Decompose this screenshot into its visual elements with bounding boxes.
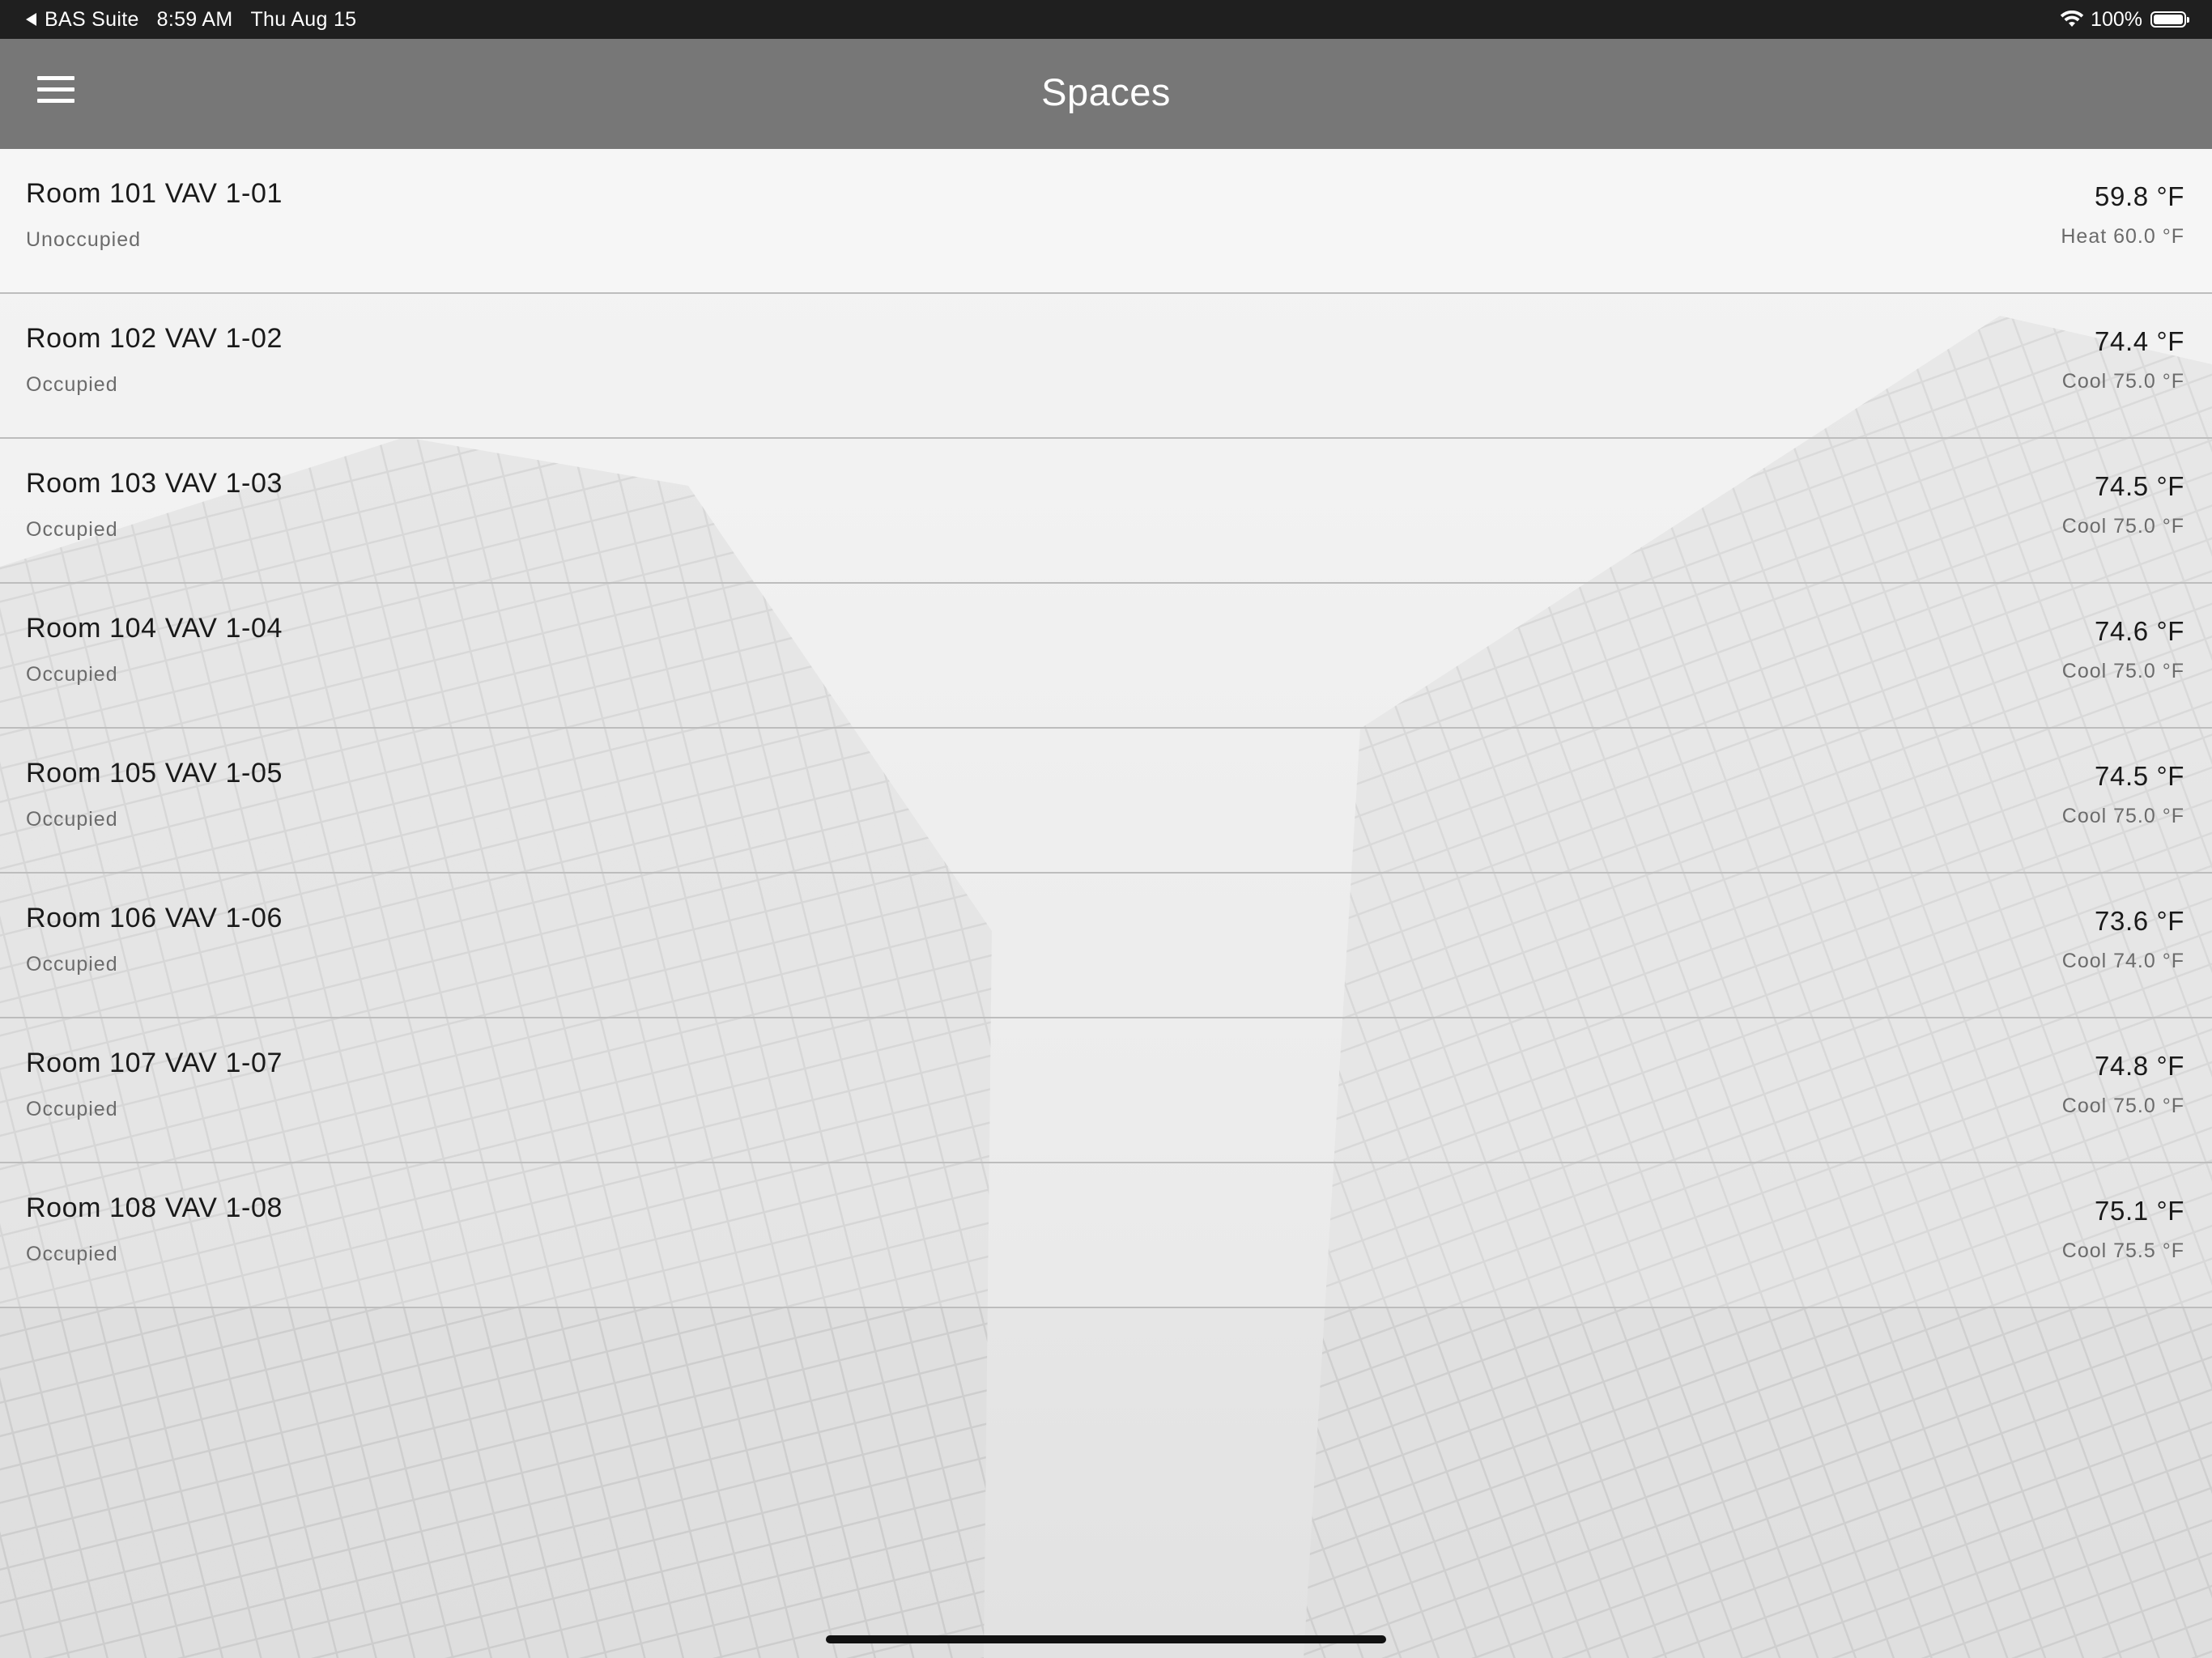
space-name: Room 102 VAV 1-02 (26, 323, 283, 354)
space-row[interactable]: Room 107 VAV 1-07 Occupied 74.8 °F Cool … (0, 1018, 2212, 1163)
space-row[interactable]: Room 103 VAV 1-03 Occupied 74.5 °F Cool … (0, 439, 2212, 584)
back-app-label[interactable]: BAS Suite (45, 8, 139, 32)
battery-fill (2154, 15, 2183, 24)
space-name: Room 104 VAV 1-04 (26, 613, 283, 644)
space-name: Room 107 VAV 1-07 (26, 1048, 283, 1078)
space-setpoint: Cool 75.0 °F (2061, 660, 2184, 682)
occupancy-status: Occupied (26, 808, 118, 831)
space-row[interactable]: Room 106 VAV 1-06 Occupied 73.6 °F Cool … (0, 874, 2212, 1018)
space-temperature: 59.8 °F (2095, 181, 2184, 211)
occupancy-status: Occupied (26, 518, 118, 541)
app-header: Spaces (0, 39, 2212, 149)
occupancy-status: Occupied (26, 663, 118, 686)
space-name: Room 108 VAV 1-08 (26, 1192, 283, 1223)
space-name: Room 106 VAV 1-06 (26, 903, 283, 933)
space-row[interactable]: Room 101 VAV 1-01 Unoccupied 59.8 °F Hea… (0, 149, 2212, 294)
ios-status-bar: BAS Suite 8:59 AM Thu Aug 15 100% (0, 0, 2212, 39)
space-temperature: 74.8 °F (2095, 1051, 2184, 1081)
space-temperature: 75.1 °F (2095, 1196, 2184, 1226)
occupancy-status: Occupied (26, 953, 118, 976)
occupancy-status: Occupied (26, 1098, 118, 1120)
battery-percent: 100% (2091, 7, 2142, 31)
status-right-group: 100% (2060, 0, 2189, 39)
space-setpoint: Cool 75.5 °F (2061, 1239, 2184, 1262)
space-row[interactable]: Room 102 VAV 1-02 Occupied 74.4 °F Cool … (0, 294, 2212, 439)
status-time: 8:59 AM (156, 7, 233, 31)
space-name: Room 103 VAV 1-03 (26, 468, 283, 499)
space-row[interactable]: Room 105 VAV 1-05 Occupied 74.5 °F Cool … (0, 729, 2212, 874)
space-setpoint: Cool 74.0 °F (2061, 950, 2184, 972)
occupancy-status: Occupied (26, 1243, 118, 1265)
home-indicator[interactable] (826, 1635, 1386, 1643)
space-row[interactable]: Room 104 VAV 1-04 Occupied 74.6 °F Cool … (0, 584, 2212, 729)
space-setpoint: Heat 60.0 °F (2061, 225, 2184, 248)
battery-icon (2150, 11, 2189, 28)
space-setpoint: Cool 75.0 °F (2061, 805, 2184, 827)
space-temperature: 74.4 °F (2095, 326, 2184, 356)
spaces-list: Room 101 VAV 1-01 Unoccupied 59.8 °F Hea… (0, 149, 2212, 1308)
space-temperature: 74.6 °F (2095, 616, 2184, 646)
space-temperature: 73.6 °F (2095, 906, 2184, 936)
space-name: Room 101 VAV 1-01 (26, 178, 283, 209)
status-date: Thu Aug 15 (250, 7, 357, 31)
space-temperature: 74.5 °F (2095, 471, 2184, 501)
page-title: Spaces (1041, 70, 1171, 113)
status-left-group: BAS Suite 8:59 AM Thu Aug 15 (26, 0, 356, 39)
space-setpoint: Cool 75.0 °F (2061, 1095, 2184, 1117)
space-row[interactable]: Room 108 VAV 1-08 Occupied 75.1 °F Cool … (0, 1163, 2212, 1308)
space-setpoint: Cool 75.0 °F (2061, 370, 2184, 393)
space-setpoint: Cool 75.0 °F (2061, 515, 2184, 538)
space-name: Room 105 VAV 1-05 (26, 758, 283, 789)
wifi-icon (2060, 11, 2084, 27)
occupancy-status: Occupied (26, 373, 118, 396)
space-temperature: 74.5 °F (2095, 761, 2184, 791)
occupancy-status: Unoccupied (26, 228, 142, 251)
battery-nub (2187, 17, 2189, 23)
back-to-app-icon[interactable] (26, 13, 36, 26)
